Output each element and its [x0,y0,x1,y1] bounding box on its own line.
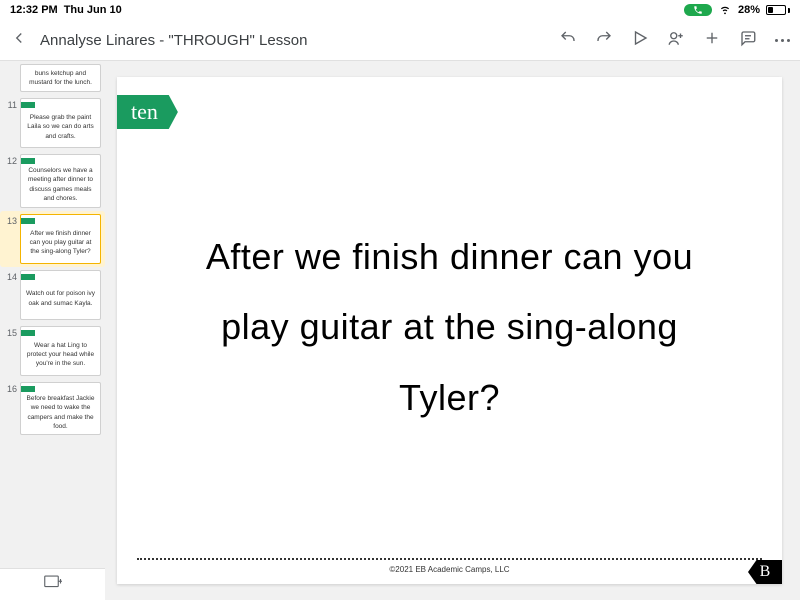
battery-icon [766,5,790,15]
thumbnail-tag [21,330,35,336]
thumbnail-text: Before breakfast Jackie we need to wake … [25,394,96,432]
more-menu[interactable] [775,39,790,42]
undo-button[interactable] [559,29,577,52]
thumbnail-text: Counselors we have a meeting after dinne… [25,166,96,204]
thumbnail-number: 15 [4,326,17,338]
thumbnail-list[interactable]: buns ketchup and mustard for the lunch. 1… [0,61,105,568]
thumbnail-text: Wear a hat Ling to protect your head whi… [25,338,96,372]
add-button[interactable] [703,29,721,52]
brand-badge: B [748,560,782,584]
status-bar: 12:32 PM Thu Jun 10 28% [0,0,800,20]
thumbnail-number: 13 [4,214,17,226]
thumbnail-text: buns ketchup and mustard for the lunch. [25,68,96,88]
new-slide-button[interactable] [44,575,62,594]
app-header: Annalyse Linares - "THROUGH" Lesson [0,20,800,60]
thumbnail[interactable]: Please grab the paint Laila so we can do… [20,98,101,148]
slide-text[interactable]: After we finish dinner can you play guit… [172,222,727,433]
thumbnail-row[interactable]: 12 Counselors we have a meeting after din… [0,151,105,211]
call-indicator[interactable] [684,4,712,16]
present-button[interactable] [631,29,649,52]
main-area: buns ketchup and mustard for the lunch. 1… [0,60,800,600]
thumbnail-number: 11 [4,98,17,110]
thumbnail[interactable]: Before breakfast Jackie we need to wake … [20,382,101,436]
thumbnail-row[interactable]: 13 After we finish dinner can you play gu… [0,211,105,267]
document-title[interactable]: Annalyse Linares - "THROUGH" Lesson [40,32,307,49]
thumbnail-tag [21,274,35,280]
thumbnail-row[interactable]: 15 Wear a hat Ling to protect your head w… [0,323,105,379]
thumbnail-row[interactable]: buns ketchup and mustard for the lunch. [0,61,105,95]
share-button[interactable] [667,29,685,52]
slide-body: After we finish dinner can you play guit… [117,77,782,558]
thumbnail-number: 14 [4,270,17,282]
thumbnail[interactable]: buns ketchup and mustard for the lunch. [20,64,101,92]
wifi-icon [718,2,732,19]
thumbnail-number: 12 [4,154,17,166]
battery-percent: 28% [738,4,760,16]
slide-number-tag: ten [117,95,178,129]
thumbnail[interactable]: Wear a hat Ling to protect your head whi… [20,326,101,376]
thumbnail-text: Please grab the paint Laila so we can do… [25,110,96,144]
thumbnail-tag [21,386,35,392]
redo-button[interactable] [595,29,613,52]
thumbnail[interactable]: Watch out for poison ivy oak and sumac K… [20,270,101,320]
status-date: Thu Jun 10 [64,4,122,16]
thumbnail-row[interactable]: 11 Please grab the paint Laila so we can … [0,95,105,151]
thumbnail-tag [21,158,35,164]
comment-button[interactable] [739,29,757,52]
current-slide[interactable]: ten After we finish dinner can you play … [117,77,782,584]
slide-panel: buns ketchup and mustard for the lunch. 1… [0,61,105,600]
status-time: 12:32 PM [10,4,58,16]
back-button[interactable] [10,29,28,52]
sidebar-footer [0,568,105,600]
thumbnail[interactable]: Counselors we have a meeting after dinne… [20,154,101,208]
thumbnail[interactable]: After we finish dinner can you play guit… [20,214,101,264]
slide-footer: ©2021 EB Academic Camps, LLC B [137,558,762,584]
thumbnail-text: Watch out for poison ivy oak and sumac K… [25,282,96,316]
thumbnail-number [4,64,17,66]
slide-canvas[interactable]: ten After we finish dinner can you play … [105,61,800,600]
thumbnail-number: 16 [4,382,17,394]
thumbnail-tag [21,102,35,108]
thumbnail-text: After we finish dinner can you play guit… [25,226,96,260]
thumbnail-row[interactable]: 14 Watch out for poison ivy oak and sumac… [0,267,105,323]
thumbnail-row[interactable]: 16 Before breakfast Jackie we need to wak… [0,379,105,439]
copyright-text: ©2021 EB Academic Camps, LLC [137,565,762,574]
thumbnail-tag [21,218,35,224]
